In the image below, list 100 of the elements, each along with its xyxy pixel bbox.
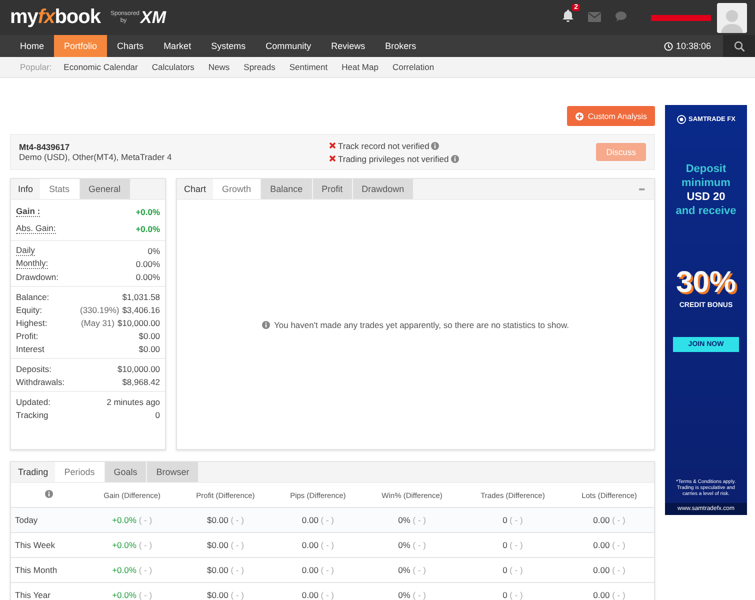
stat-value: 0.00% — [136, 258, 160, 268]
cell-difference: ( - ) — [230, 515, 244, 525]
cell-difference: ( - ) — [320, 515, 334, 525]
stat-value: $3,406.16 — [122, 304, 160, 314]
panel-tab[interactable]: Growth — [213, 179, 260, 199]
stat-value: 2 minutes ago — [106, 396, 160, 406]
cell-difference: ( - ) — [412, 565, 426, 575]
panel-title: Trading — [17, 466, 50, 479]
cell-value: 0 — [502, 515, 508, 525]
cell-difference: ( - ) — [612, 590, 626, 600]
cell-value: +0.0% — [112, 590, 136, 600]
cell-value: 0 — [502, 540, 508, 550]
mail-icon[interactable] — [588, 12, 601, 22]
cell-value: 0 — [502, 565, 508, 575]
stat-label: Abs. Gain: — [16, 223, 56, 234]
cell-difference: ( - ) — [230, 590, 244, 600]
cell-value: 0 — [502, 590, 508, 600]
info-icon[interactable] — [44, 490, 52, 498]
cell-value: 0.00 — [593, 540, 610, 550]
nav-item[interactable]: Reviews — [321, 35, 376, 57]
sponsor-logo: XM — [140, 8, 166, 28]
stat-value: 0 — [155, 410, 160, 420]
stat-label: Drawdown: — [16, 272, 59, 282]
panel-tab[interactable]: Periods — [55, 462, 104, 482]
cell-difference: ( - ) — [138, 540, 152, 550]
bell-icon[interactable] — [562, 8, 574, 22]
panel-title: Info — [17, 183, 34, 196]
cell-value: 0.00 — [302, 540, 318, 550]
account-description: Demo (USD), Other(MT4), MetaTrader 4 — [19, 152, 173, 162]
empty-message: You haven't made any trades yet apparently, so there are no statistics to show. — [274, 320, 570, 330]
cell-value: 0.00 — [302, 565, 318, 575]
panel-tab[interactable]: Drawdown — [352, 179, 414, 199]
stat-label: Equity: — [16, 304, 42, 314]
panel-tab[interactable]: Browser — [147, 462, 198, 482]
cell-difference: ( - ) — [412, 590, 426, 600]
clock-time: 10:38:06 — [676, 41, 711, 51]
stat-label: Withdrawals: — [16, 376, 65, 386]
info-icon[interactable] — [450, 154, 459, 162]
stat-label: Gain : — [16, 206, 40, 217]
stat-value: +0.0% — [136, 224, 160, 234]
cell-difference: ( - ) — [510, 540, 523, 550]
ad-bonus: 30% — [676, 266, 736, 300]
info-icon — [262, 320, 270, 328]
cell-value: +0.0% — [112, 540, 136, 550]
cell-value: $0.00 — [207, 565, 228, 575]
panel-tab[interactable]: Stats — [40, 179, 79, 199]
stat-value: $1,031.58 — [122, 292, 160, 302]
info-icon[interactable] — [431, 142, 440, 150]
search-button[interactable] — [723, 35, 755, 57]
stat-label: Daily — [16, 245, 35, 256]
ad-headline: and receive — [676, 204, 736, 218]
nav-item[interactable]: Systems — [201, 35, 256, 57]
stat-label: Balance: — [16, 292, 50, 302]
cell-value: 0% — [398, 515, 410, 525]
popular-link[interactable]: News — [208, 62, 230, 72]
logo[interactable]: myfxbook — [10, 6, 100, 29]
verification-warning: Track record not verified — [338, 140, 430, 150]
cell-value: 0.00 — [302, 515, 318, 525]
panel-tab[interactable]: Goals — [104, 462, 146, 482]
nav-item[interactable]: Market — [154, 35, 202, 57]
cell-difference: ( - ) — [612, 540, 626, 550]
nav-item[interactable]: Home — [10, 35, 54, 57]
chat-icon[interactable] — [615, 10, 627, 22]
nav-item[interactable]: Charts — [107, 35, 154, 57]
stat-label: Deposits: — [16, 364, 52, 374]
popular-link[interactable]: Heat Map — [342, 62, 378, 72]
cell-difference: ( - ) — [510, 590, 523, 600]
popular-link[interactable]: Sentiment — [289, 62, 328, 72]
cell-difference: ( - ) — [612, 565, 626, 575]
nav-item[interactable]: Community — [256, 35, 322, 57]
panel-tab[interactable]: Profit — [312, 179, 352, 199]
cell-value: 0.00 — [302, 590, 318, 600]
cross-icon — [329, 142, 336, 149]
cell-difference: ( - ) — [612, 515, 626, 525]
popular-link[interactable]: Correlation — [392, 62, 434, 72]
popular-link[interactable]: Calculators — [152, 62, 194, 72]
cell-difference: ( - ) — [230, 540, 244, 550]
popular-link[interactable]: Spreads — [244, 62, 276, 72]
cell-difference: ( - ) — [138, 590, 152, 600]
stat-value: 0% — [148, 246, 160, 256]
stat-value: +0.0% — [136, 206, 160, 216]
cell-value: 0.00 — [593, 590, 610, 600]
stat-label: Interest — [16, 344, 44, 354]
verification-warning: Trading privileges not verified — [338, 154, 449, 164]
panel-tab[interactable]: Balance — [261, 179, 312, 199]
ad-headline: USD 20 — [686, 190, 726, 204]
cell-difference: ( - ) — [320, 565, 334, 575]
panel-title: Chart — [183, 183, 208, 196]
stat-value: $10,000.00 — [117, 318, 160, 328]
panel-tab[interactable]: General — [80, 179, 130, 199]
cell-value: 0.00 — [593, 565, 610, 575]
cell-value: 0% — [398, 540, 410, 550]
popular-link[interactable]: Economic Calendar — [64, 62, 138, 72]
stat-label: Profit: — [16, 330, 38, 340]
period-cell: This Week — [11, 532, 86, 558]
cell-value: $0.00 — [207, 515, 228, 525]
cell-value: +0.0% — [112, 515, 136, 525]
cell-difference: ( - ) — [510, 565, 523, 575]
nav-item[interactable]: Brokers — [375, 35, 426, 57]
clock-icon — [664, 42, 673, 50]
